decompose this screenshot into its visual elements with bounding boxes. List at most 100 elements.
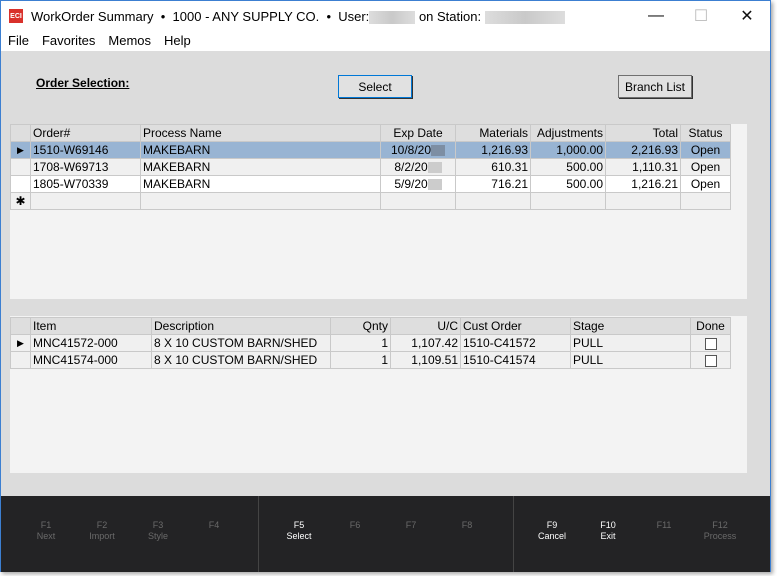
function-key-f2[interactable]: F2 Import: [74, 520, 130, 542]
key-label: Process: [703, 531, 737, 541]
minimize-button[interactable]: —: [633, 1, 679, 31]
cell-status[interactable]: Open: [680, 141, 731, 159]
row-selector[interactable]: ▶: [10, 334, 31, 352]
column-header-stage[interactable]: Stage: [570, 317, 691, 335]
column-header-qnty[interactable]: Qnty: [330, 317, 391, 335]
cell-item[interactable]: MNC41572-000: [30, 334, 152, 352]
column-header-cust-order[interactable]: Cust Order: [460, 317, 571, 335]
column-header-done[interactable]: Done: [690, 317, 731, 335]
function-key-f3[interactable]: F3 Style: [130, 520, 186, 542]
cell-exp-date[interactable]: 8/2/20: [380, 158, 456, 176]
column-header-exp-date[interactable]: Exp Date: [380, 124, 456, 142]
cell-u-c[interactable]: 1,109.51: [390, 351, 461, 369]
empty-cell[interactable]: [380, 192, 456, 210]
cell-stage[interactable]: PULL: [570, 334, 691, 352]
cell-value: MAKEBARN: [143, 143, 211, 157]
key-label: Style: [147, 531, 168, 541]
row-selector[interactable]: [10, 175, 31, 193]
cell-stage[interactable]: PULL: [570, 351, 691, 369]
function-key-f10[interactable]: F10 Exit: [580, 520, 636, 542]
menu-file[interactable]: File: [8, 31, 29, 51]
cell-value: 1805-W70339: [33, 177, 109, 191]
cell-qnty[interactable]: 1: [330, 351, 391, 369]
cell-exp-date[interactable]: 5/9/20: [380, 175, 456, 193]
cell-exp-date[interactable]: 10/8/20: [380, 141, 456, 159]
row-selector[interactable]: [10, 158, 31, 176]
branch-list-button[interactable]: Branch List: [618, 75, 692, 98]
column-header-process-name[interactable]: Process Name: [140, 124, 381, 142]
function-key-f5[interactable]: F5 Select: [271, 520, 327, 542]
cell-description[interactable]: 8 X 10 CUSTOM BARN/SHED: [151, 334, 331, 352]
function-key-f1[interactable]: F1 Next: [18, 520, 74, 542]
cell-total[interactable]: 2,216.93: [605, 141, 681, 159]
column-header-u-c[interactable]: U/C: [390, 317, 461, 335]
column-header-adjustments[interactable]: Adjustments: [530, 124, 606, 142]
done-checkbox[interactable]: [704, 337, 717, 350]
function-key-f11[interactable]: F11: [636, 520, 692, 531]
cell-cust-order[interactable]: 1510-C41574: [460, 351, 571, 369]
column-header-status[interactable]: Status: [680, 124, 731, 142]
new-row[interactable]: ✱: [10, 192, 731, 210]
column-header-description[interactable]: Description: [151, 317, 331, 335]
cell-description[interactable]: 8 X 10 CUSTOM BARN/SHED: [151, 351, 331, 369]
function-key-f12[interactable]: F12 Process: [692, 520, 748, 542]
cell-value: 1,216.93: [481, 143, 528, 157]
cell-value: 610.31: [491, 160, 528, 174]
column-header-order-[interactable]: Order#: [30, 124, 141, 142]
cell-u-c[interactable]: 1,107.42: [390, 334, 461, 352]
empty-cell[interactable]: [455, 192, 531, 210]
cell-order-[interactable]: 1510-W69146: [30, 141, 141, 159]
item-row[interactable]: MNC41574-000 8 X 10 CUSTOM BARN/SHED 1 1,10…: [10, 351, 731, 369]
cell-status[interactable]: Open: [680, 158, 731, 176]
menu-help[interactable]: Help: [164, 31, 191, 51]
maximize-button[interactable]: ☐: [678, 1, 724, 31]
menu-favorites[interactable]: Favorites: [42, 31, 95, 51]
empty-cell[interactable]: [680, 192, 731, 210]
cell-process-name[interactable]: MAKEBARN: [140, 141, 381, 159]
cell-order-[interactable]: 1708-W69713: [30, 158, 141, 176]
cell-materials[interactable]: 716.21: [455, 175, 531, 193]
function-key-f7[interactable]: F7: [383, 520, 439, 531]
column-header-materials[interactable]: Materials: [455, 124, 531, 142]
empty-cell[interactable]: [530, 192, 606, 210]
cell-adjustments[interactable]: 500.00: [530, 158, 606, 176]
close-button[interactable]: ✕: [724, 1, 770, 31]
done-checkbox[interactable]: [704, 354, 717, 367]
cell-materials[interactable]: 610.31: [455, 158, 531, 176]
cell-status[interactable]: Open: [680, 175, 731, 193]
cell-value: MNC41574-000: [33, 353, 118, 367]
function-key-f4[interactable]: F4: [186, 520, 242, 531]
key-name: F3: [152, 520, 164, 530]
item-row[interactable]: ▶ MNC41572-000 8 X 10 CUSTOM BARN/SHED 1 1,1…: [10, 334, 731, 352]
row-selector[interactable]: [10, 351, 31, 369]
cell-qnty[interactable]: 1: [330, 334, 391, 352]
cell-adjustments[interactable]: 1,000.00: [530, 141, 606, 159]
select-button[interactable]: Select: [338, 75, 412, 98]
cell-materials[interactable]: 1,216.93: [455, 141, 531, 159]
cell-process-name[interactable]: MAKEBARN: [140, 175, 381, 193]
column-header-item[interactable]: Item: [30, 317, 152, 335]
empty-cell[interactable]: [140, 192, 381, 210]
menu-memos[interactable]: Memos: [108, 31, 151, 51]
title-bar: ECI WorkOrder Summary • 1000 - ANY SUPPL…: [1, 1, 770, 31]
content-area: Order Selection: Select Branch List Orde…: [1, 51, 770, 496]
cell-value: Open: [690, 143, 721, 157]
column-header-total[interactable]: Total: [605, 124, 681, 142]
empty-cell[interactable]: [30, 192, 141, 210]
order-row[interactable]: ▶ 1510-W69146 MAKEBARN 10/8/20 1,216.93 1,000…: [10, 141, 731, 159]
cell-total[interactable]: 1,216.21: [605, 175, 681, 193]
cell-cust-order[interactable]: 1510-C41572: [460, 334, 571, 352]
empty-cell[interactable]: [605, 192, 681, 210]
function-key-f9[interactable]: F9 Cancel: [524, 520, 580, 542]
order-row[interactable]: 1805-W70339 MAKEBARN 5/9/20 716.21 500.00 1,2…: [10, 175, 731, 193]
cell-process-name[interactable]: MAKEBARN: [140, 158, 381, 176]
window-title: WorkOrder Summary • 1000 - ANY SUPPLY CO…: [31, 9, 565, 25]
cell-item[interactable]: MNC41574-000: [30, 351, 152, 369]
function-key-f6[interactable]: F6: [327, 520, 383, 531]
row-selector[interactable]: ▶: [10, 141, 31, 159]
cell-total[interactable]: 1,110.31: [605, 158, 681, 176]
cell-order-[interactable]: 1805-W70339: [30, 175, 141, 193]
function-key-f8[interactable]: F8: [439, 520, 495, 531]
order-row[interactable]: 1708-W69713 MAKEBARN 8/2/20 610.31 500.00 1,1…: [10, 158, 731, 176]
cell-adjustments[interactable]: 500.00: [530, 175, 606, 193]
